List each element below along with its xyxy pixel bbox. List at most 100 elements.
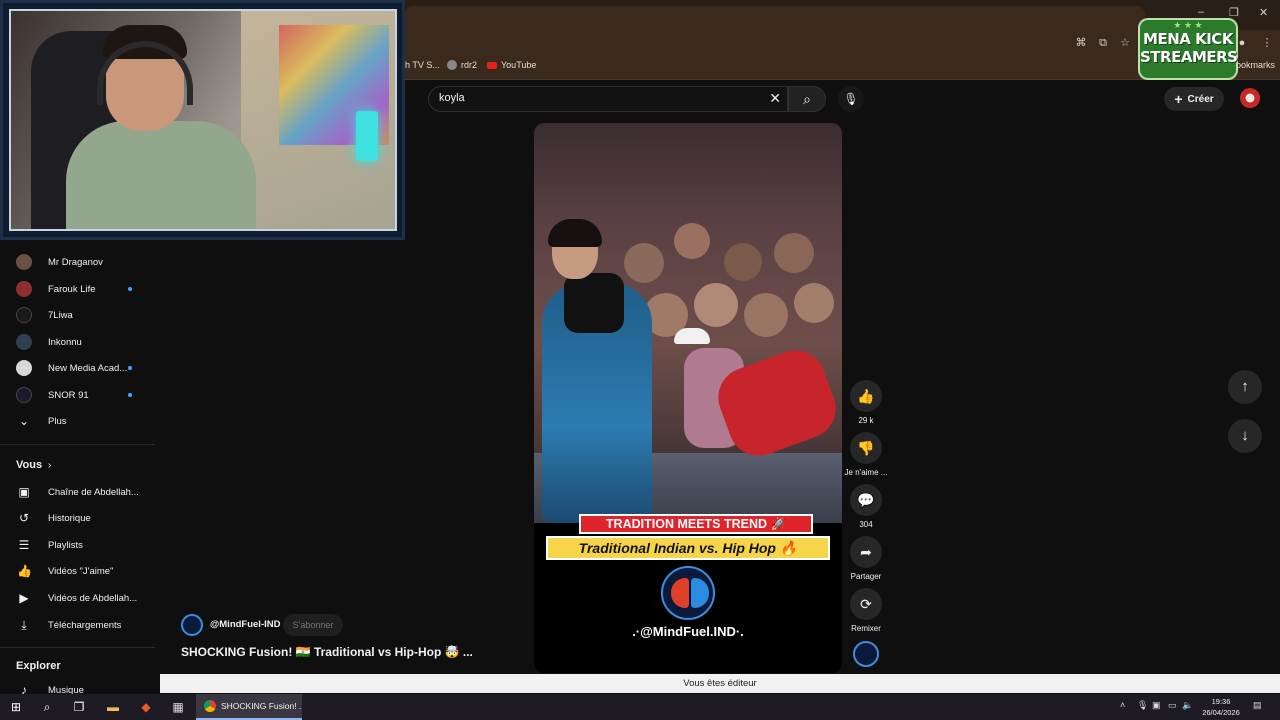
tray-app-icon[interactable]: ▣ [1152, 700, 1161, 711]
sidebar-item-liked-videos[interactable]: 👍 Vidéos "J'aime" [0, 558, 155, 584]
chevron-right-icon: › [48, 459, 52, 471]
sidebar-item-your-videos[interactable]: ▶ Vidéos de Abdellah... [0, 585, 155, 611]
like-count: 29 k [858, 416, 874, 425]
clock-date: 26/04/2026 [1202, 708, 1240, 717]
channel-name[interactable]: @MindFuel-IND [210, 619, 280, 630]
sidebar-item-label: Historique [48, 512, 91, 524]
sidebar-item-playlists[interactable]: ☰ Playlists [0, 532, 155, 558]
search-icon[interactable]: ⌕ [38, 698, 56, 716]
channel-avatar [16, 254, 32, 270]
channel-avatar[interactable] [181, 614, 203, 636]
subscription-item[interactable]: New Media Acad... [0, 355, 155, 381]
system-clock[interactable]: 19:36 26/04/2026 [1195, 696, 1247, 718]
video-frame [534, 123, 842, 523]
share-button[interactable]: ➦ [850, 536, 882, 568]
comment-icon: 💬 [857, 492, 875, 508]
taskbar-chrome-window[interactable]: SHOCKING Fusion! ... [196, 694, 302, 720]
short-video-player[interactable]: TRADITION MEETS TREND 🚀 Traditional Indi… [534, 123, 842, 673]
file-explorer-icon[interactable]: ▬ [104, 698, 122, 716]
playlist-icon: ☰ [18, 538, 30, 552]
sound-channel-avatar[interactable] [853, 641, 879, 667]
install-app-icon[interactable]: ⧉ [1096, 36, 1110, 50]
remix-button[interactable]: ⟳ [850, 588, 882, 620]
search-input[interactable]: koyla [439, 92, 465, 104]
crowd-figure [774, 233, 814, 273]
bookmark-item[interactable]: rdr2 [447, 60, 477, 70]
history-icon: ↺ [18, 511, 30, 525]
browser-active-tab[interactable] [405, 6, 1145, 30]
webcam-overlay [0, 0, 405, 240]
sidebar: Mr Draganov Farouk Life 7Liwa Inkonnu Ne… [0, 240, 155, 697]
section-title: Explorer [16, 660, 61, 672]
sidebar-item-history[interactable]: ↺ Historique [0, 505, 155, 531]
dislike-button[interactable]: 👎 [850, 432, 882, 464]
all-bookmarks[interactable]: ookmarks [1236, 60, 1275, 70]
windows-taskbar: ⊞ ⌕ ❐ ▬ ◆ ▦ SHOCKING Fusion! ... ˄ 🎙 ▣ ▭… [0, 694, 1280, 720]
subscription-item[interactable]: SNOR 91 [0, 382, 155, 408]
create-button[interactable]: + Créer [1164, 87, 1224, 111]
channel-icon: ▣ [18, 485, 30, 499]
arrow-up-icon: ↑ [1241, 378, 1249, 395]
subscription-item[interactable]: 7Liwa [0, 302, 155, 328]
clear-search-icon[interactable]: ✕ [769, 90, 781, 107]
windows-start-icon[interactable]: ⊞ [7, 698, 25, 716]
subscription-label: Mr Draganov [48, 256, 103, 268]
subscription-label: New Media Acad... [48, 362, 128, 374]
browser-menu-icon[interactable]: ⋮ [1260, 36, 1274, 50]
previous-short-button[interactable]: ↑ [1228, 370, 1262, 404]
search-button[interactable]: ⌕ [788, 86, 826, 112]
thumbs-up-icon: 👍 [17, 564, 32, 578]
translate-icon[interactable]: ⌘ [1074, 36, 1088, 50]
bookmark-star-icon[interactable]: ☆ [1118, 36, 1132, 50]
channel-avatar [16, 387, 32, 403]
brave-browser-icon[interactable]: ◆ [137, 698, 155, 716]
video-title[interactable]: SHOCKING Fusion! 🇮🇳 Traditional vs Hip-H… [181, 645, 473, 659]
streamer-logo: ★ ★ ★ MENA KICK STREAMERS [1138, 18, 1238, 80]
clock-time: 19:36 [1211, 697, 1231, 706]
store-icon[interactable]: ▦ [169, 698, 187, 716]
brain-right-half [691, 578, 709, 608]
network-icon[interactable]: ▭ [1168, 700, 1177, 711]
you-section-header[interactable]: Vous › [0, 452, 155, 478]
task-view-icon[interactable]: ❐ [70, 698, 88, 716]
new-content-dot [128, 393, 132, 397]
notifications-icon[interactable]: ▤ [1253, 700, 1262, 711]
remix-icon: ⟳ [860, 596, 872, 612]
sidebar-item-downloads[interactable]: ⤓ Téléchargements [0, 612, 155, 638]
show-more-label: Plus [48, 415, 67, 427]
channel-avatar [16, 281, 32, 297]
bookmark-label: rdr2 [461, 60, 478, 70]
sidebar-item-channel[interactable]: ▣ Chaîne de Abdellah... [0, 479, 155, 505]
bookmark-item[interactable]: YouTube [487, 60, 536, 70]
restore-icon[interactable]: ❐ [1229, 6, 1239, 19]
explore-section-header: Explorer [0, 653, 155, 679]
taskbar-window-label: SHOCKING Fusion! ... [221, 701, 302, 711]
subscribe-button[interactable]: S'abonner [283, 614, 343, 636]
close-window-icon[interactable]: ✕ [1259, 6, 1268, 19]
search-box[interactable]: koyla ✕ [428, 86, 788, 112]
subscription-item[interactable]: Farouk Life [0, 276, 155, 302]
show-more-button[interactable]: ⌄ Plus [0, 408, 155, 434]
white-cap [674, 328, 710, 344]
voice-search-button[interactable]: 🎙 [838, 86, 864, 112]
comments-button[interactable]: 💬 [850, 484, 882, 516]
create-label: Créer [1187, 93, 1214, 105]
sidebar-item-label: Chaîne de Abdellah... [48, 486, 139, 498]
subscription-label: Inkonnu [48, 336, 82, 348]
microphone-icon[interactable]: 🎙 [1137, 700, 1148, 711]
divider [0, 647, 155, 648]
subscription-item[interactable]: Mr Draganov [0, 249, 155, 275]
webcam-lamp [356, 111, 378, 161]
brain-left-half [671, 578, 689, 608]
caption-banner-top: TRADITION MEETS TREND 🚀 [579, 514, 813, 534]
saree-dancer-hair [548, 219, 602, 247]
next-short-button[interactable]: ↓ [1228, 419, 1262, 453]
like-button[interactable]: 👍 [850, 380, 882, 412]
arrow-down-icon: ↓ [1241, 427, 1249, 444]
subscription-item[interactable]: Inkonnu [0, 329, 155, 355]
volume-icon[interactable]: 🔈 [1182, 700, 1193, 711]
minimize-icon[interactable]: – [1198, 6, 1204, 18]
account-avatar[interactable] [1240, 88, 1260, 108]
tray-overflow-icon[interactable]: ˄ [1120, 700, 1125, 710]
bookmark-item[interactable]: h TV S... [405, 60, 440, 70]
